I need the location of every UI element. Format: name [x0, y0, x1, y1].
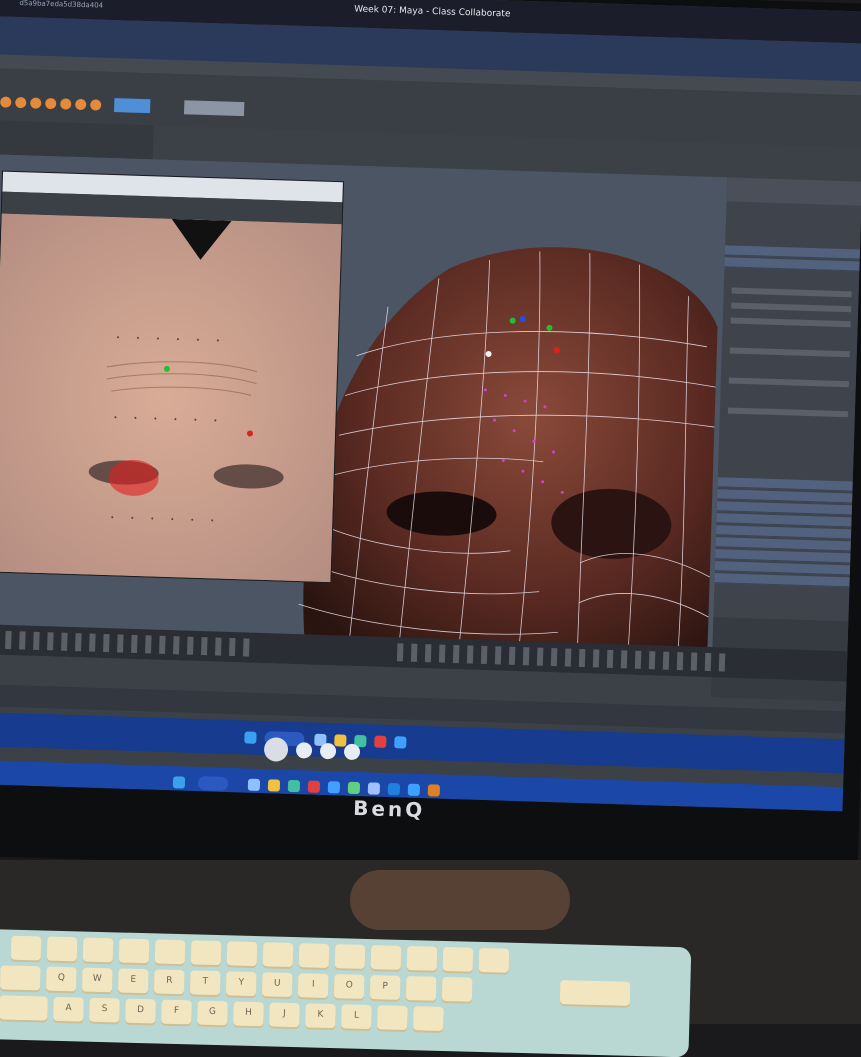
key-l[interactable]: L	[341, 1004, 372, 1030]
tab-key[interactable]	[0, 965, 41, 991]
windows-start-icon[interactable]	[244, 731, 257, 744]
app-icon[interactable]	[327, 781, 341, 794]
key-g[interactable]: G	[197, 1000, 228, 1026]
app-icon[interactable]	[394, 736, 407, 749]
mic-icon[interactable]	[295, 742, 313, 759]
key-r[interactable]: R	[153, 969, 185, 995]
key-q[interactable]: Q	[45, 966, 77, 992]
keycap[interactable]	[262, 942, 294, 968]
sphere-icon[interactable]	[45, 97, 57, 110]
uv-editor-window[interactable]	[0, 170, 344, 584]
key-j[interactable]: J	[269, 1002, 300, 1028]
attr-section-header[interactable]	[714, 573, 850, 588]
app-icon[interactable]	[347, 781, 361, 795]
keycap[interactable]	[82, 937, 114, 963]
keycap[interactable]	[413, 1006, 444, 1031]
keycap[interactable]	[226, 941, 258, 967]
attr-row	[731, 287, 852, 298]
key-u[interactable]: U	[261, 972, 293, 998]
keycap[interactable]	[298, 943, 330, 968]
chat-icon[interactable]	[319, 742, 337, 760]
uv-texture	[0, 213, 342, 583]
sphere-icon[interactable]	[0, 96, 12, 108]
keycap[interactable]	[442, 946, 474, 972]
key-y[interactable]: Y	[225, 971, 257, 997]
monitor-screen: d5a9ba7eda5d38da404 Week 07: Maya - Clas…	[0, 0, 861, 812]
key-s[interactable]: S	[89, 997, 120, 1023]
attr-row	[731, 302, 852, 313]
attr-row	[727, 407, 848, 418]
folder-icon[interactable]	[267, 779, 281, 792]
key-h[interactable]: H	[233, 1001, 264, 1027]
attr-section-header[interactable]	[724, 257, 860, 272]
key-d[interactable]: D	[125, 998, 156, 1024]
key-a[interactable]: A	[53, 996, 84, 1022]
keycap[interactable]	[406, 946, 438, 971]
attribute-editor-tabs[interactable]	[726, 177, 861, 206]
uv-texture-canvas[interactable]	[0, 213, 342, 583]
keycap[interactable]	[190, 940, 222, 966]
app-icon[interactable]	[247, 778, 261, 791]
attr-row	[728, 377, 849, 388]
app-icon[interactable]	[307, 780, 321, 793]
keycap[interactable]	[478, 947, 510, 973]
tool-icon-group[interactable]	[183, 100, 245, 117]
key-w[interactable]: W	[81, 967, 113, 993]
backspace-key[interactable]	[559, 980, 631, 1006]
app-icon[interactable]	[427, 784, 441, 797]
keycap[interactable]	[334, 944, 366, 969]
sphere-icon[interactable]	[15, 96, 27, 109]
app-icon[interactable]	[287, 779, 301, 793]
call-controls[interactable]	[263, 737, 375, 768]
caps-lock-key[interactable]	[0, 995, 48, 1021]
sphere-icon[interactable]	[30, 97, 42, 109]
face-mesh	[298, 247, 718, 677]
key-e[interactable]: E	[117, 968, 149, 994]
hand-icon[interactable]	[343, 743, 361, 761]
app-icon[interactable]	[374, 735, 387, 748]
attr-row	[730, 317, 851, 328]
app-icon[interactable]	[367, 782, 381, 795]
keyboard[interactable]: Q W E R T Y U I O P A S D F G H J K L	[0, 928, 692, 1057]
key-f[interactable]: F	[161, 999, 192, 1025]
sphere-icon[interactable]	[75, 98, 87, 111]
avatar[interactable]	[263, 737, 289, 762]
key-i[interactable]: I	[297, 973, 329, 998]
keycap[interactable]	[118, 938, 150, 964]
desk-object	[350, 870, 570, 930]
app-icon[interactable]	[387, 782, 401, 796]
keycap[interactable]	[370, 945, 402, 970]
key-k[interactable]: K	[305, 1003, 336, 1029]
face-3d-model[interactable]	[277, 224, 751, 678]
key-o[interactable]: O	[333, 974, 365, 999]
keycap[interactable]	[154, 939, 186, 965]
keycap[interactable]	[10, 935, 42, 961]
key-t[interactable]: T	[189, 970, 221, 996]
sphere-icon[interactable]	[60, 98, 72, 110]
sphere-icon[interactable]	[90, 99, 102, 111]
search-icon[interactable]	[197, 776, 229, 791]
keycap[interactable]	[405, 975, 437, 1001]
keycap[interactable]	[441, 976, 473, 1002]
tool-icon-group[interactable]	[114, 98, 151, 114]
monitor: d5a9ba7eda5d38da404 Week 07: Maya - Clas…	[0, 0, 861, 884]
windows-start-icon[interactable]	[172, 776, 186, 789]
app-icon[interactable]	[407, 783, 421, 796]
attribute-editor-panel[interactable]	[710, 177, 861, 702]
attr-row	[729, 347, 850, 358]
keycap[interactable]	[46, 936, 78, 962]
key-p[interactable]: P	[369, 975, 401, 1000]
keycap[interactable]	[377, 1005, 408, 1031]
